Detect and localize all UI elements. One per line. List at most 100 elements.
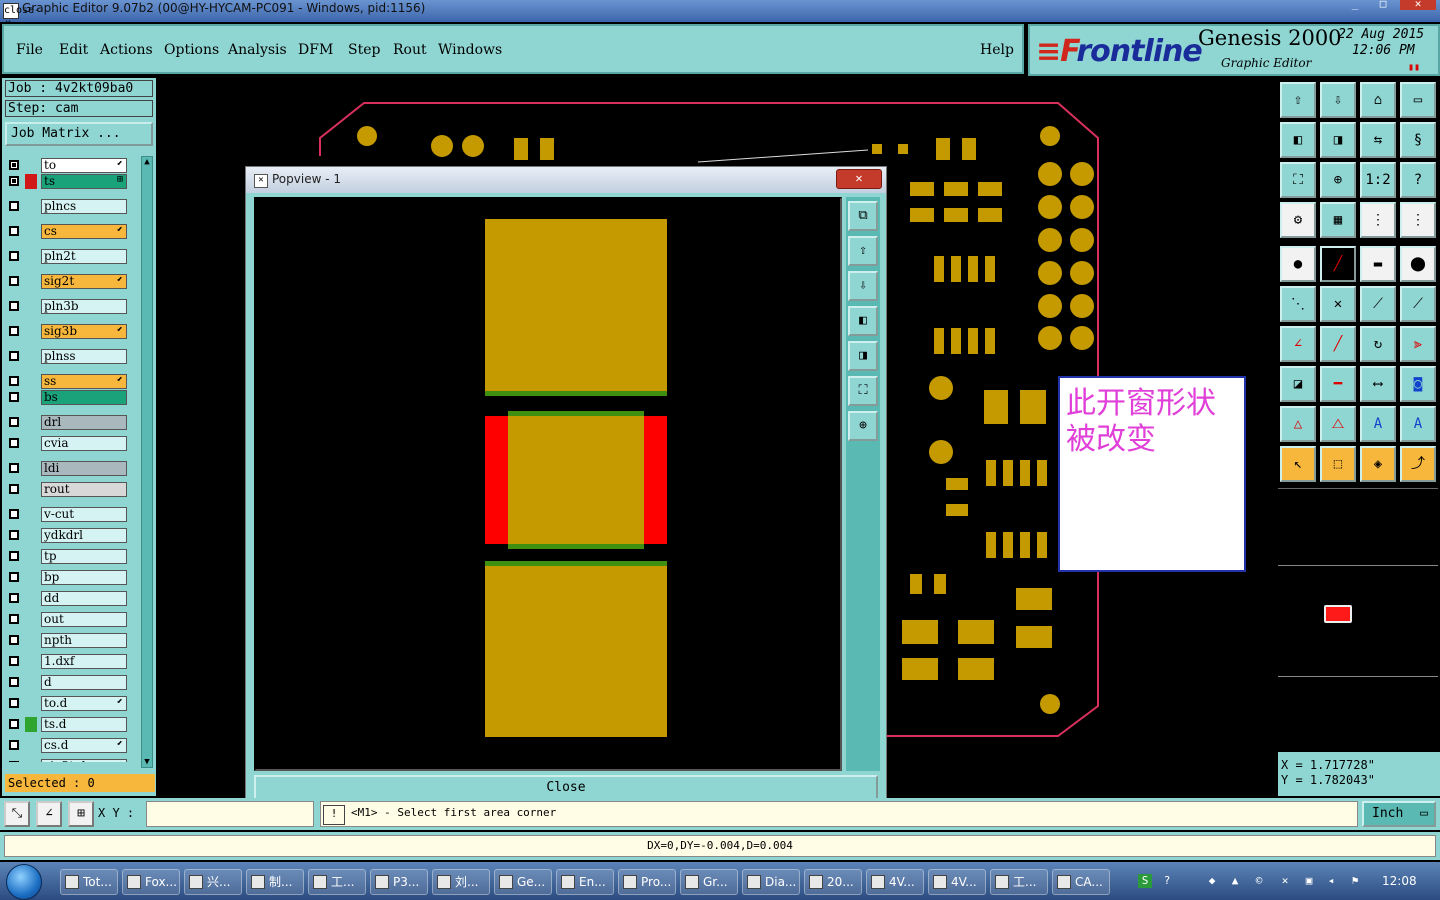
- alert-icon[interactable]: !: [323, 805, 345, 825]
- zoom-window-icon[interactable]: ⧉: [848, 201, 878, 231]
- triangle-tray-icon[interactable]: ▲: [1228, 874, 1242, 888]
- layer-name[interactable]: sig3b: [41, 324, 127, 339]
- layer-row[interactable]: d: [5, 675, 139, 690]
- layer-checkbox[interactable]: [9, 656, 19, 666]
- transform-icon[interactable]: ◪: [1280, 366, 1316, 402]
- measure-mode-icon[interactable]: ⤡: [4, 801, 30, 827]
- pointer-icon[interactable]: ↖: [1280, 446, 1316, 482]
- menu-actions[interactable]: Actions: [100, 42, 153, 58]
- taskbar-item[interactable]: Pro...: [618, 869, 676, 895]
- menu-options[interactable]: Options: [164, 42, 219, 58]
- layer-checkbox[interactable]: [9, 326, 19, 336]
- app-tray-icon[interactable]: ◆: [1205, 874, 1219, 888]
- overview-viewport-marker[interactable]: [1324, 605, 1352, 623]
- layer-row[interactable]: pln3b: [5, 299, 139, 314]
- taskbar-item[interactable]: Fox...: [122, 869, 180, 895]
- layer-name[interactable]: cs: [41, 224, 127, 239]
- layer-row[interactable]: plncs: [5, 199, 139, 214]
- taskbar-item[interactable]: 20...: [804, 869, 862, 895]
- layer-row[interactable]: sig2t ⬋: [5, 274, 139, 289]
- layer-row[interactable]: npth: [5, 633, 139, 648]
- slash-icon[interactable]: ╱: [1320, 326, 1356, 362]
- job-matrix-button[interactable]: Job Matrix ...: [5, 122, 153, 146]
- s-tray-icon[interactable]: S: [1138, 874, 1152, 888]
- minimize-button[interactable]: _: [1342, 0, 1368, 10]
- layer-row[interactable]: drl: [5, 415, 139, 430]
- units-select[interactable]: Inch ▭: [1362, 801, 1436, 827]
- scroll-down-icon[interactable]: ▼: [142, 757, 152, 767]
- angle-mode-icon[interactable]: ∠: [36, 801, 62, 827]
- taskbar-item[interactable]: 4V...: [928, 869, 986, 895]
- layer-name[interactable]: ydkdrl: [41, 528, 127, 543]
- help-tray-icon[interactable]: ?: [1160, 874, 1174, 888]
- xy-input[interactable]: [146, 801, 314, 827]
- layer-name[interactable]: rout: [41, 482, 127, 497]
- layer-checkbox[interactable]: [9, 251, 19, 261]
- layer-row[interactable]: ydkdrl: [5, 528, 139, 543]
- layer-name[interactable]: ldi: [41, 461, 127, 476]
- grid-icon[interactable]: ▦: [1320, 202, 1356, 238]
- help-icon[interactable]: ?: [1400, 162, 1436, 198]
- zoom-in-icon[interactable]: ⇧: [848, 236, 878, 266]
- layer-name[interactable]: bp: [41, 570, 127, 585]
- layer-row[interactable]: ts ⊞: [5, 174, 139, 189]
- layer-list-scrollbar[interactable]: ▲ ▼: [141, 156, 153, 768]
- layer-row[interactable]: tp: [5, 549, 139, 564]
- swap-icon[interactable]: §: [1400, 122, 1436, 158]
- zoom-in-icon[interactable]: ⇧: [1280, 82, 1316, 118]
- layer-checkbox[interactable]: [9, 351, 19, 361]
- taskbar-item[interactable]: 工...: [990, 869, 1048, 895]
- taskbar-item[interactable]: Dia...: [742, 869, 800, 895]
- layer-name[interactable]: tp: [41, 549, 127, 564]
- taskbar-item[interactable]: Gr...: [680, 869, 738, 895]
- layer-checkbox[interactable]: [9, 509, 19, 519]
- draw-line-icon[interactable]: ╱: [1320, 246, 1356, 282]
- layer-name[interactable]: cvia: [41, 436, 127, 451]
- layer-checkbox[interactable]: [9, 301, 19, 311]
- layer-name[interactable]: to: [41, 158, 127, 173]
- close-window-button[interactable]: ✕: [1400, 0, 1436, 10]
- menu-rout[interactable]: Rout: [393, 42, 427, 58]
- layer-name[interactable]: pln3b: [41, 299, 127, 314]
- menu-file[interactable]: File: [16, 42, 43, 58]
- window-view-icon[interactable]: ▭: [1400, 82, 1436, 118]
- layer-row[interactable]: pln2t: [5, 249, 139, 264]
- measure-icon[interactable]: ⟷: [1360, 366, 1396, 402]
- layer-checkbox[interactable]: [9, 160, 19, 170]
- layer-name[interactable]: plncs: [41, 199, 127, 214]
- arc-alt-icon[interactable]: A: [1400, 406, 1436, 442]
- taskbar-item[interactable]: 兴...: [184, 869, 242, 895]
- pan-right-icon[interactable]: ◨: [848, 341, 878, 371]
- layer-name[interactable]: npth: [41, 633, 127, 648]
- segment-icon[interactable]: ⟋: [1360, 286, 1396, 322]
- scroll-up-icon[interactable]: ▲: [142, 157, 152, 167]
- layer-name[interactable]: drl: [41, 415, 127, 430]
- layer-row[interactable]: sig3b ⬋: [5, 324, 139, 339]
- layer-name[interactable]: d: [41, 675, 127, 690]
- layer-row[interactable]: rout: [5, 482, 139, 497]
- popview-close-x-button[interactable]: ✕: [836, 169, 882, 189]
- layer-name[interactable]: v-cut: [41, 507, 127, 522]
- rotate-icon[interactable]: ↻: [1360, 326, 1396, 362]
- layer-checkbox[interactable]: [9, 376, 19, 386]
- layer-checkbox[interactable]: [9, 593, 19, 603]
- pad-icon[interactable]: ⬤: [1400, 246, 1436, 282]
- layer-name[interactable]: out: [41, 612, 127, 627]
- layer-checkbox[interactable]: [9, 417, 19, 427]
- layer-checkbox[interactable]: [9, 530, 19, 540]
- taskbar-item[interactable]: En...: [556, 869, 614, 895]
- layer-row[interactable]: cs.d ⬋: [5, 738, 139, 753]
- layer-row[interactable]: sig2t.d⬋: [5, 759, 139, 762]
- layer-checkbox[interactable]: [9, 226, 19, 236]
- layer-name[interactable]: cs.d: [41, 738, 127, 753]
- layer-checkbox[interactable]: [9, 635, 19, 645]
- layer-row[interactable]: cvia: [5, 436, 139, 451]
- flip-icon[interactable]: ⫸: [1400, 326, 1436, 362]
- pan-left-icon[interactable]: ◧: [1280, 122, 1316, 158]
- layer-row[interactable]: to.d ⬋: [5, 696, 139, 711]
- x-tray-icon[interactable]: ✕: [1278, 874, 1292, 888]
- pointer-diamond-icon[interactable]: ◈: [1360, 446, 1396, 482]
- taskbar-item[interactable]: 刘...: [432, 869, 490, 895]
- start-button[interactable]: [6, 864, 42, 900]
- segment-alt-icon[interactable]: ⟋: [1400, 286, 1436, 322]
